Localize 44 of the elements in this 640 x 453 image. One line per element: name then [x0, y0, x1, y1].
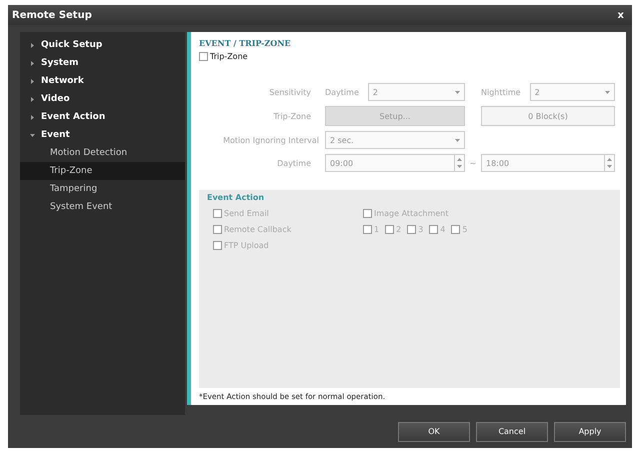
caret-right-icon	[30, 78, 35, 84]
checkbox-label: 2	[396, 225, 402, 234]
field-label: Sensitivity	[268, 88, 312, 97]
checkbox-label: Trip-Zone	[210, 52, 248, 62]
page-heading: EVENT / TRIP-ZONE	[199, 38, 292, 48]
caret-right-icon	[30, 114, 35, 120]
checkbox[interactable]	[199, 52, 208, 62]
dialog-button[interactable]: Cancel	[476, 422, 548, 442]
caret-right-icon	[30, 42, 35, 48]
window-title: Remote Setup	[12, 10, 92, 21]
checkbox-label: 1	[374, 225, 380, 234]
checkbox-label: 5	[462, 225, 468, 234]
sidebar-subitem[interactable]: Motion Detection	[20, 144, 185, 162]
range-separator: ~	[468, 158, 478, 168]
sidebar-item[interactable]: Quick Setup	[20, 36, 185, 54]
dropdown-caret-icon	[605, 90, 610, 94]
checkbox-label: 4	[440, 225, 446, 234]
section-title: Event Action	[207, 193, 266, 202]
sidebar-item[interactable]: Event Action	[20, 108, 185, 126]
checkbox-label: Send Email	[224, 209, 269, 218]
sidebar-subitem[interactable]: Tampering	[20, 180, 185, 198]
caret-right-icon	[30, 96, 35, 102]
field-label: Motion Ignoring Interval	[222, 136, 320, 145]
dialog-button[interactable]: Apply	[554, 422, 626, 442]
sidebar-item[interactable]: Video	[20, 90, 185, 108]
sidebar-item[interactable]: System	[20, 54, 185, 72]
sidebar-item[interactable]: Event	[20, 126, 185, 144]
dialog-button[interactable]: OK	[398, 422, 470, 442]
sidebar-subitem[interactable]: Trip-Zone	[20, 162, 185, 180]
field-label: Trip-Zone	[272, 112, 312, 121]
caret-down-icon	[30, 132, 35, 138]
checkbox-label: Remote Callback	[224, 225, 292, 234]
field-label: Daytime	[276, 158, 312, 168]
field-label: Nighttime	[481, 88, 522, 97]
caret-right-icon	[30, 60, 35, 66]
close-button[interactable]: x	[618, 10, 624, 21]
dropdown-caret-icon	[455, 138, 460, 142]
sidebar-item[interactable]: Network	[20, 72, 185, 90]
checkbox-label: 3	[418, 225, 424, 234]
checkbox-label: FTP Upload	[224, 241, 269, 250]
checkbox-label: Image Attachment	[374, 209, 448, 218]
sidebar-subitem[interactable]: System Event	[20, 198, 185, 216]
field-label: Daytime	[325, 88, 360, 97]
dropdown-caret-icon	[455, 90, 460, 94]
